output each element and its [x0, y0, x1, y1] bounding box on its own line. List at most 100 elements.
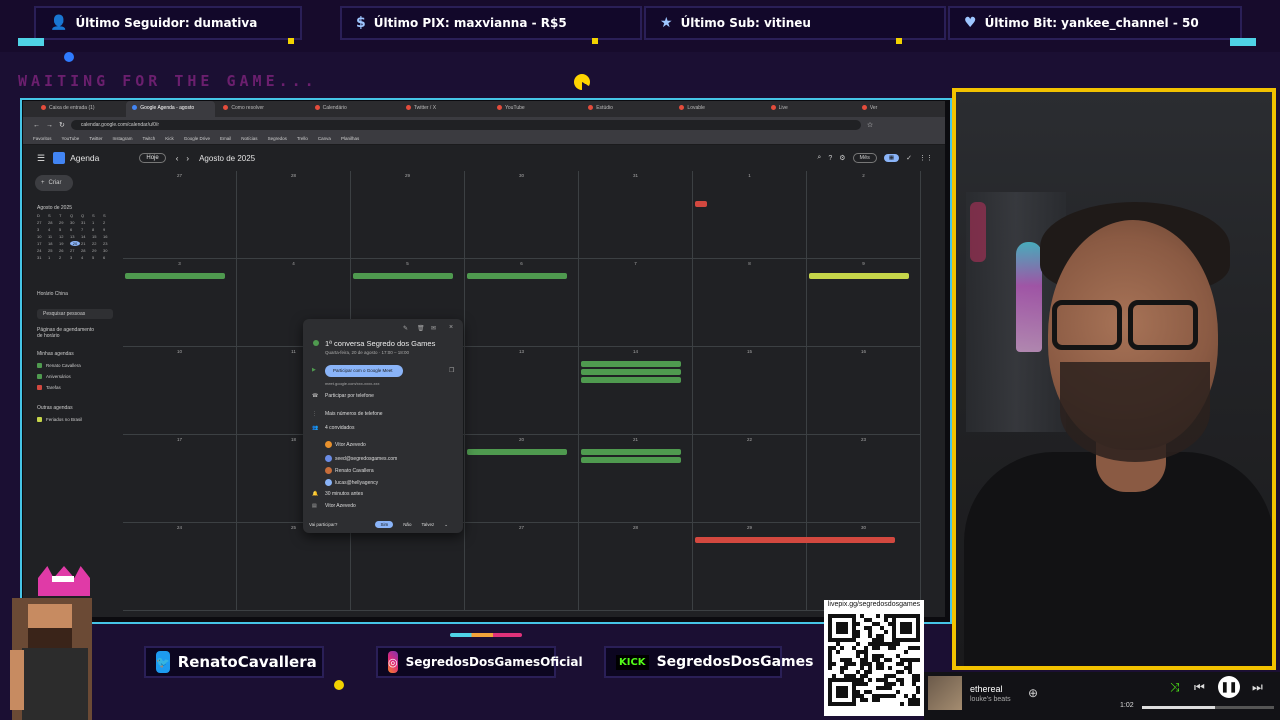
- day-cell[interactable]: 28: [237, 171, 351, 259]
- day-number[interactable]: 16: [807, 349, 920, 354]
- bookmark-item[interactable]: Kick: [165, 136, 174, 141]
- bookmark-item[interactable]: YouTube: [62, 136, 80, 141]
- browser-tab[interactable]: Lovable: [673, 101, 762, 117]
- day-cell[interactable]: 25: [237, 523, 351, 611]
- browser-tab-active[interactable]: Google Agenda - agosto: [126, 101, 216, 117]
- browser-tab[interactable]: YouTube: [491, 101, 580, 117]
- mini-day[interactable]: 25: [48, 248, 58, 253]
- mini-day[interactable]: 31: [37, 255, 47, 260]
- checkbox-icon[interactable]: [37, 363, 42, 368]
- calendar-item[interactable]: Feriados no Brasil: [37, 417, 82, 422]
- settings-icon[interactable]: ⚙: [839, 154, 845, 162]
- mini-day[interactable]: 5: [92, 255, 102, 260]
- rsvp-no-button[interactable]: Não: [403, 522, 411, 527]
- mini-day[interactable]: 10: [37, 234, 47, 239]
- reload-icon[interactable]: ↻: [59, 121, 65, 129]
- event-chip[interactable]: [353, 537, 413, 543]
- bookmark-item[interactable]: Notícias: [241, 136, 257, 141]
- hamburger-menu-icon[interactable]: ☰: [37, 153, 45, 164]
- event-chip[interactable]: [581, 457, 681, 463]
- edit-icon[interactable]: ✎: [403, 325, 408, 332]
- event-chip[interactable]: [695, 537, 895, 543]
- day-cell[interactable]: 27: [123, 171, 237, 259]
- mini-calendar-grid[interactable]: D S T Q Q S S 27 28 29 30 31 1 2 3 4 5 6 7 8 9 10 11 12 13 14 15 16…: [37, 213, 113, 260]
- rsvp-yes-button[interactable]: Sim: [375, 521, 394, 528]
- event-chip[interactable]: [695, 201, 707, 207]
- join-meet-button[interactable]: Participar com o Google Meet: [325, 365, 403, 377]
- mini-day[interactable]: 30: [70, 220, 80, 225]
- mini-day[interactable]: 23: [103, 241, 113, 246]
- mini-day[interactable]: 1: [92, 220, 102, 225]
- browser-tab[interactable]: Calendário: [309, 101, 398, 117]
- mini-day[interactable]: 27: [70, 248, 80, 253]
- day-number[interactable]: 30: [807, 525, 920, 530]
- mini-day[interactable]: 22: [92, 241, 102, 246]
- previous-icon[interactable]: ⏮: [1194, 680, 1205, 695]
- mini-day[interactable]: 7: [81, 227, 91, 232]
- mail-icon[interactable]: ✉: [431, 325, 436, 332]
- mini-day[interactable]: 12: [59, 234, 69, 239]
- mini-day[interactable]: 26: [59, 248, 69, 253]
- day-cell[interactable]: 30: [465, 171, 579, 259]
- mini-day[interactable]: 13: [70, 234, 80, 239]
- day-number[interactable]: 1: [693, 173, 806, 178]
- mini-day[interactable]: 21: [81, 241, 91, 246]
- booking-pages-label[interactable]: Páginas de agendamento de horário: [37, 327, 97, 339]
- browser-tab[interactable]: Estúdio: [582, 101, 671, 117]
- mini-day[interactable]: 29: [92, 248, 102, 253]
- day-cell[interactable]: 29: [351, 171, 465, 259]
- day-number[interactable]: 13: [465, 349, 578, 354]
- day-number[interactable]: 28: [237, 173, 350, 178]
- day-number[interactable]: 29: [351, 173, 464, 178]
- day-number[interactable]: 21: [579, 437, 692, 442]
- event-chip[interactable]: [581, 361, 681, 367]
- day-cell[interactable]: 13: [465, 347, 579, 435]
- day-cell[interactable]: 17: [123, 435, 237, 523]
- day-number[interactable]: 5: [351, 261, 464, 266]
- search-icon[interactable]: ⌕: [817, 154, 821, 162]
- meet-link[interactable]: meet.google.com/xxx-xxxx-xxx: [325, 381, 379, 386]
- bookmark-item[interactable]: Segredos: [268, 136, 287, 141]
- mini-day[interactable]: 11: [48, 234, 58, 239]
- next-month-icon[interactable]: ›: [186, 154, 189, 163]
- bookmark-item[interactable]: Favoritos: [33, 136, 52, 141]
- search-people-input[interactable]: Pesquisar pessoas: [37, 309, 113, 319]
- event-chip[interactable]: [581, 273, 641, 279]
- add-icon[interactable]: ⊕: [1028, 686, 1038, 700]
- event-chip[interactable]: [467, 537, 557, 543]
- bookmark-item[interactable]: Twitch: [142, 136, 155, 141]
- calendar-item[interactable]: Aniversários: [37, 374, 71, 379]
- day-cell[interactable]: 10: [123, 347, 237, 435]
- day-cell[interactable]: 24: [123, 523, 237, 611]
- event-chip[interactable]: [581, 377, 681, 383]
- url-field[interactable]: calendar.google.com/calendar/u/0/r: [70, 120, 861, 130]
- event-chip[interactable]: [581, 449, 681, 455]
- mini-day[interactable]: 15: [92, 234, 102, 239]
- kick-handle[interactable]: KICK SegredosDosGames: [604, 646, 813, 678]
- mini-day[interactable]: 14: [81, 234, 91, 239]
- day-cell[interactable]: 8: [693, 259, 807, 347]
- mini-day[interactable]: 27: [37, 220, 47, 225]
- bookmark-star-icon[interactable]: ☆: [867, 121, 873, 129]
- checkbox-icon[interactable]: [37, 374, 42, 379]
- day-number[interactable]: 30: [465, 173, 578, 178]
- day-cell[interactable]: 15: [693, 347, 807, 435]
- browser-tab[interactable]: Live: [765, 101, 854, 117]
- mini-day[interactable]: 3: [37, 227, 47, 232]
- twitter-handle[interactable]: 🐦 RenatoCavallera: [144, 646, 324, 678]
- day-cell[interactable]: 31: [579, 171, 693, 259]
- day-number[interactable]: 28: [579, 525, 692, 530]
- prev-month-icon[interactable]: ‹: [176, 154, 179, 163]
- back-icon[interactable]: ←: [33, 122, 40, 129]
- day-number[interactable]: 4: [237, 261, 350, 266]
- mini-day[interactable]: 16: [103, 234, 113, 239]
- help-icon[interactable]: ?: [828, 155, 832, 162]
- day-number[interactable]: 2: [807, 173, 920, 178]
- day-cell[interactable]: 1: [693, 171, 807, 259]
- close-icon[interactable]: ×: [449, 324, 453, 331]
- day-number[interactable]: 27: [123, 173, 236, 178]
- event-chip[interactable]: [695, 449, 775, 455]
- mini-day[interactable]: 17: [37, 241, 47, 246]
- day-cell[interactable]: 16: [807, 347, 921, 435]
- event-chip[interactable]: [353, 273, 453, 279]
